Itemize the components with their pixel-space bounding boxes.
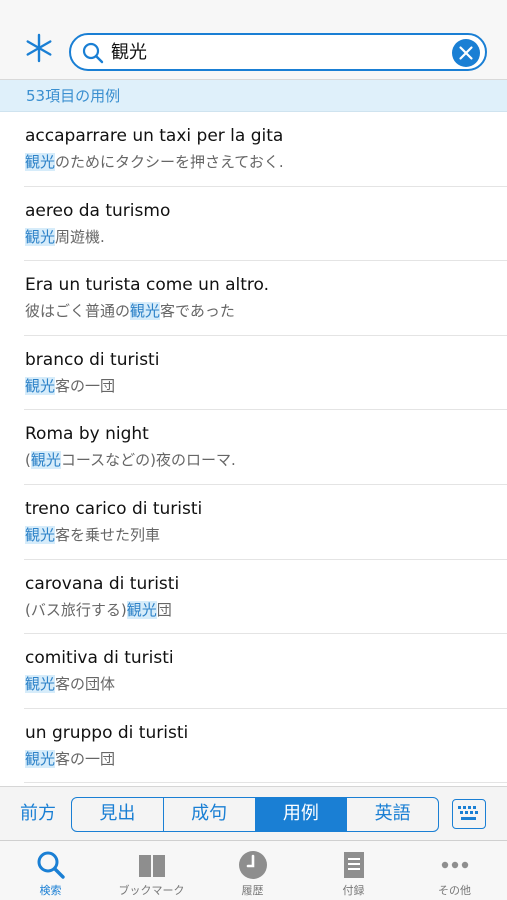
clock-icon xyxy=(239,851,267,879)
tab-search-label: 検索 xyxy=(39,884,62,897)
result-row[interactable]: carovana di turisti (バス旅行する)観光団 xyxy=(24,560,507,635)
book-icon xyxy=(139,855,165,877)
result-row[interactable]: aereo da turismo 観光周遊機. xyxy=(24,187,507,262)
tab-appendix[interactable]: 付録 xyxy=(303,841,404,900)
result-italian: Era un turista come un altro. xyxy=(25,275,270,296)
tab-bookmark[interactable]: ブックマーク xyxy=(101,841,202,900)
result-italian: accaparrare un taxi per la gita xyxy=(25,126,284,146)
result-row[interactable]: Era un turista come un altro. 彼はごく普通の観光客… xyxy=(24,261,507,336)
segment-example[interactable]: 用例 xyxy=(255,798,348,831)
result-row[interactable]: comitiva di turisti 観光客の団体 xyxy=(24,634,507,709)
result-japanese: 観光客の一団 xyxy=(25,376,116,395)
search-query-text[interactable]: 観光 xyxy=(111,41,147,65)
results-list: accaparrare un taxi per la gita 観光のためにタク… xyxy=(0,112,507,786)
segment-headword[interactable]: 見出 xyxy=(72,798,164,831)
tab-more-label: その他 xyxy=(438,884,471,897)
keyboard-icon xyxy=(458,806,478,820)
result-japanese: 観光周遊機. xyxy=(25,227,105,246)
result-highlight: 観光 xyxy=(30,451,61,470)
result-highlight: 観光 xyxy=(25,525,56,544)
result-count-label: 53項目の用例 xyxy=(26,87,121,105)
result-highlight: 観光 xyxy=(25,675,56,694)
result-row[interactable]: treno carico di turisti 観光客を乗せた列車 xyxy=(24,485,507,560)
search-input[interactable]: 観光 xyxy=(69,33,487,71)
result-italian: carovana di turisti xyxy=(25,573,180,594)
result-highlight: 観光 xyxy=(25,749,56,768)
result-row[interactable]: branco di turisti 観光客の一団 xyxy=(24,336,507,411)
result-highlight: 観光 xyxy=(130,302,161,321)
tab-bookmark-label: ブックマーク xyxy=(118,884,185,897)
tab-more[interactable]: その他 xyxy=(404,841,505,900)
prev-button[interactable]: 前方 xyxy=(20,803,56,825)
clear-button[interactable] xyxy=(452,39,480,67)
tab-history-label: 履歴 xyxy=(241,884,264,897)
keyboard-button[interactable] xyxy=(452,799,486,829)
result-row[interactable]: accaparrare un taxi per la gita 観光のためにタク… xyxy=(24,112,507,187)
filter-bar: 前方 見出 成句 用例 英語 xyxy=(0,786,507,840)
search-icon xyxy=(37,851,65,879)
tab-bar: 検索 ブックマーク 履歴 付録 その他 xyxy=(0,840,507,900)
result-japanese: 観光のためにタクシーを押さえておく. xyxy=(25,153,284,171)
result-highlight: 観光 xyxy=(25,153,56,171)
tab-appendix-label: 付録 xyxy=(342,884,365,897)
result-japanese: (観光コースなどの)夜のローマ. xyxy=(25,451,236,470)
result-row[interactable]: Roma by night (観光コースなどの)夜のローマ. xyxy=(24,410,507,485)
result-italian: branco di turisti xyxy=(25,349,160,370)
result-italian: comitiva di turisti xyxy=(25,648,174,669)
close-icon xyxy=(459,46,473,60)
search-bar: 観光 xyxy=(0,0,507,80)
tab-history[interactable]: 履歴 xyxy=(202,841,303,900)
segment-control: 見出 成句 用例 英語 xyxy=(71,797,439,832)
segment-idiom[interactable]: 成句 xyxy=(164,798,256,831)
tab-search[interactable]: 検索 xyxy=(0,841,101,900)
result-highlight: 観光 xyxy=(25,376,56,395)
result-count-bar: 53項目の用例 xyxy=(0,80,507,112)
result-italian: un gruppo di turisti xyxy=(25,722,189,743)
document-icon xyxy=(344,852,364,878)
result-highlight: 観光 xyxy=(25,227,56,246)
result-japanese: 観光客の団体 xyxy=(25,675,116,694)
result-japanese: 観光客を乗せた列車 xyxy=(25,525,161,544)
result-italian: aereo da turismo xyxy=(25,200,171,221)
asterisk-icon[interactable] xyxy=(22,31,56,65)
result-row[interactable]: un gruppo di turisti 観光客の一団 xyxy=(24,709,507,784)
result-italian: treno carico di turisti xyxy=(25,498,203,519)
search-icon xyxy=(82,42,104,64)
result-highlight: 観光 xyxy=(126,600,157,619)
result-japanese: 彼はごく普通の観光客であった xyxy=(25,302,235,321)
more-icon xyxy=(441,861,469,869)
result-japanese: (バス旅行する)観光団 xyxy=(25,600,172,619)
segment-english[interactable]: 英語 xyxy=(347,798,438,831)
result-italian: Roma by night xyxy=(25,424,149,445)
result-japanese: 観光客の一団 xyxy=(25,749,116,768)
